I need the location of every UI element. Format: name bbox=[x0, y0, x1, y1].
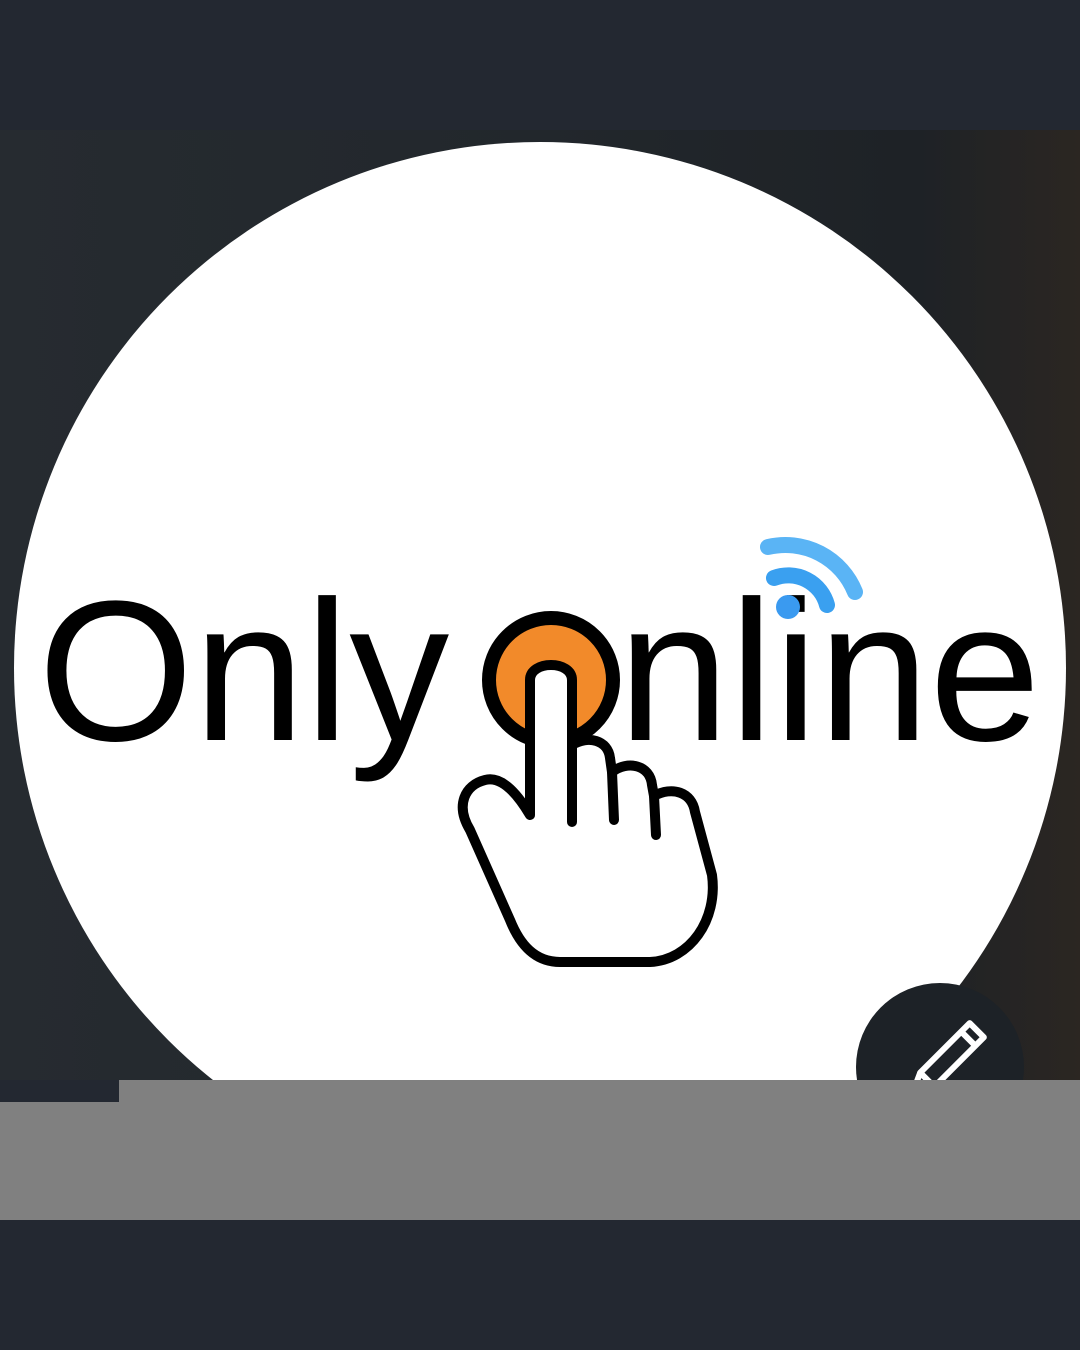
pencil-icon bbox=[908, 1020, 987, 1080]
profile-photo[interactable]: Only nline bbox=[14, 142, 1066, 1080]
edit-photo-button[interactable] bbox=[856, 983, 1024, 1080]
logo-text-only: Only bbox=[38, 560, 449, 783]
grey-overlay-tab bbox=[119, 1080, 1080, 1104]
only-online-logo: Only nline bbox=[38, 537, 1041, 967]
profile-photo-area: Only nline bbox=[0, 130, 1080, 1080]
grey-overlay-bar bbox=[0, 1102, 1080, 1220]
top-band bbox=[0, 0, 1080, 130]
bottom-band bbox=[0, 1220, 1080, 1350]
